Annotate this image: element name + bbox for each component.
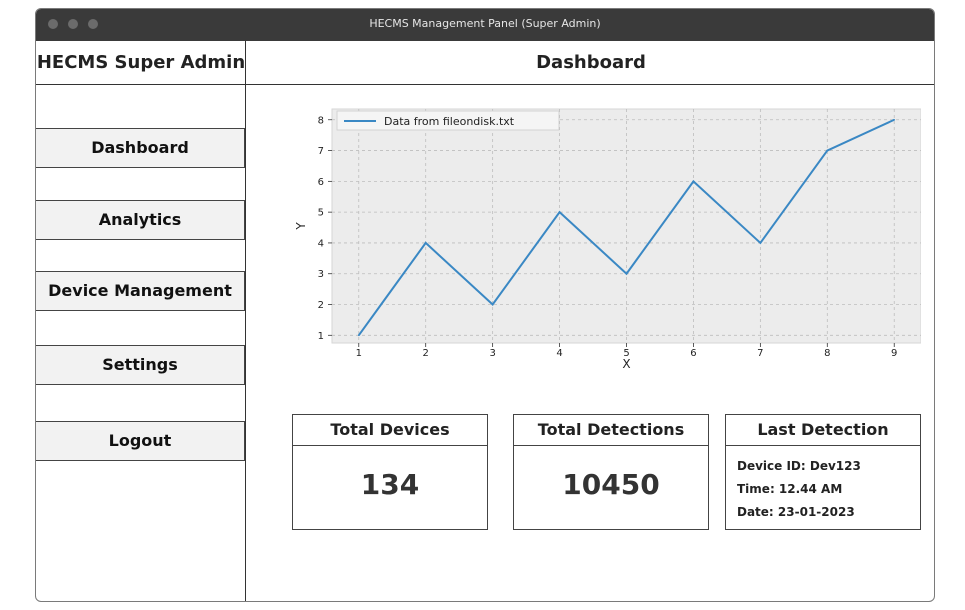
y-tick-label: 2 — [318, 300, 324, 311]
x-tick-label: 9 — [891, 348, 897, 359]
last-detection-details: Device ID: Dev123 Time: 12.44 AM Date: 2… — [726, 446, 920, 524]
data-point — [357, 334, 360, 337]
data-point — [826, 149, 829, 152]
x-tick-label: 4 — [556, 348, 562, 359]
data-point — [491, 303, 494, 306]
data-point — [759, 242, 762, 244]
data-point — [558, 211, 561, 213]
total-devices-card: Total Devices 134 — [292, 414, 488, 530]
data-point — [893, 118, 896, 121]
total-detections-value: 10450 — [562, 468, 660, 501]
y-tick-label: 8 — [318, 115, 324, 126]
nav-dashboard-button[interactable]: Dashboard — [36, 128, 245, 168]
last-detection-date: Date: 23-01-2023 — [737, 505, 855, 519]
nav-settings-button[interactable]: Settings — [36, 345, 245, 385]
last-detection-time: Time: 12.44 AM — [737, 482, 843, 496]
y-tick-label: 3 — [318, 269, 324, 280]
nav-device-management-button[interactable]: Device Management — [36, 271, 245, 311]
x-tick-label: 1 — [356, 348, 362, 359]
total-devices-title: Total Devices — [293, 415, 487, 446]
x-tick-label: 2 — [423, 348, 429, 359]
x-tick-label: 8 — [824, 348, 830, 359]
nav-analytics-button[interactable]: Analytics — [36, 200, 245, 240]
title-bar: HECMS Management Panel (Super Admin) — [36, 9, 934, 41]
main-content: Dashboard 1 2 3 4 5 6 7 8 9 1 2 3 4 5 6 7 8 X Y Data from f… — [246, 41, 934, 601]
page-title: Dashboard — [246, 41, 934, 85]
x-tick-label: 6 — [690, 348, 696, 359]
total-detections-title: Total Detections — [514, 415, 708, 446]
window-title: HECMS Management Panel (Super Admin) — [369, 17, 601, 30]
total-detections-card: Total Detections 10450 — [513, 414, 709, 530]
sidebar: HECMS Super Admin Dashboard Analytics De… — [36, 41, 246, 601]
y-tick-label: 1 — [318, 331, 324, 342]
x-tick-label: 7 — [757, 348, 763, 359]
data-point — [692, 180, 695, 183]
y-tick-label: 7 — [318, 146, 324, 157]
y-tick-label: 5 — [318, 208, 324, 219]
x-tick-label: 3 — [489, 348, 495, 359]
total-devices-value: 134 — [360, 468, 420, 501]
y-axis-label: Y — [294, 222, 308, 231]
data-point — [424, 242, 427, 244]
last-detection-title: Last Detection — [726, 415, 920, 446]
last-detection-device-id: Device ID: Dev123 — [737, 459, 861, 473]
legend-label: Data from fileondisk.txt — [384, 115, 515, 128]
app-window: HECMS Management Panel (Super Admin) HEC… — [35, 8, 935, 602]
last-detection-card: Last Detection Device ID: Dev123 Time: 1… — [725, 414, 921, 530]
app-brand: HECMS Super Admin — [36, 41, 246, 85]
y-tick-label: 4 — [318, 238, 324, 249]
y-tick-label: 6 — [318, 177, 324, 188]
data-point — [625, 272, 628, 275]
x-axis-label: X — [622, 357, 630, 371]
nav-logout-button[interactable]: Logout — [36, 421, 245, 461]
line-chart: 1 2 3 4 5 6 7 8 912345678XYData from fileondisk.… — [294, 108, 921, 371]
